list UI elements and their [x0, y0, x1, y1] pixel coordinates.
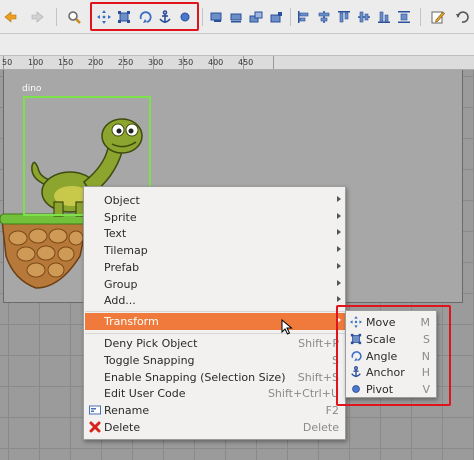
align-left-icon[interactable] — [294, 7, 314, 27]
horizontal-ruler: 50 100 150 200 250 300 350 400 450 — [0, 56, 474, 70]
ruler-label: 50 — [2, 58, 13, 67]
submenu-highlight — [336, 305, 451, 406]
align-middle-icon[interactable] — [354, 7, 374, 27]
undo-icon[interactable] — [452, 7, 472, 27]
zoom-icon[interactable] — [64, 7, 84, 27]
submenu-arrow-icon — [337, 263, 341, 269]
back-icon[interactable] — [0, 7, 20, 27]
rename-icon — [89, 405, 101, 415]
send-to-back-icon[interactable] — [266, 7, 286, 27]
menu-item-group[interactable]: Group — [85, 276, 345, 293]
edit-icon[interactable] — [428, 7, 448, 27]
menu-item-enable-snapping[interactable]: Enable Snapping (Selection Size) Shift+S — [85, 369, 345, 386]
submenu-arrow-icon — [337, 280, 341, 286]
submenu-arrow-icon — [337, 296, 341, 302]
menu-item-add[interactable]: Add... — [85, 292, 345, 309]
sprite-name-label: dino — [22, 84, 42, 94]
shortcut-label: Shift+P — [298, 337, 339, 350]
ruler-label: 250 — [118, 58, 134, 67]
delete-icon — [89, 421, 101, 433]
ruler-label: 200 — [88, 58, 104, 67]
align-bottom-icon[interactable] — [374, 7, 394, 27]
menu-item-tilemap[interactable]: Tilemap — [85, 242, 345, 259]
ruler-label: 300 — [148, 58, 164, 67]
shortcut-label: Shift+S — [297, 371, 339, 384]
ruler-label: 150 — [58, 58, 74, 67]
menu-item-sprite[interactable]: Sprite — [85, 209, 345, 226]
submenu-arrow-icon — [337, 213, 341, 219]
editor-tab-strip — [0, 34, 474, 56]
menu-item-object[interactable]: Object — [85, 192, 345, 209]
menu-item-toggle-snapping[interactable]: Toggle Snapping S — [85, 352, 345, 369]
mouse-cursor-icon — [281, 319, 293, 335]
ruler-label: 100 — [28, 58, 44, 67]
shortcut-label: Delete — [302, 421, 339, 434]
menu-item-text[interactable]: Text — [85, 225, 345, 242]
align-center-icon[interactable] — [314, 7, 334, 27]
ruler-label: 400 — [208, 58, 224, 67]
bring-forward-icon[interactable] — [226, 7, 246, 27]
toolbar-highlight — [90, 2, 199, 31]
menu-item-deny-pick[interactable]: Deny Pick Object Shift+P — [85, 335, 345, 352]
send-backward-icon[interactable] — [246, 7, 266, 27]
ruler-label: 450 — [238, 58, 254, 67]
toolbar — [0, 0, 474, 34]
menu-item-prefab[interactable]: Prefab — [85, 259, 345, 276]
ruler-label: 350 — [178, 58, 194, 67]
submenu-arrow-icon — [337, 196, 341, 202]
submenu-arrow-icon — [337, 246, 341, 252]
shortcut-label: Shift+Ctrl+U — [267, 387, 339, 400]
distribute-icon[interactable] — [394, 7, 414, 27]
menu-item-edit-user-code[interactable]: Edit User Code Shift+Ctrl+U — [85, 385, 345, 402]
menu-item-delete[interactable]: Delete Delete — [85, 419, 345, 436]
align-top-icon[interactable] — [334, 7, 354, 27]
forward-icon[interactable] — [28, 7, 48, 27]
menu-item-rename[interactable]: Rename F2 — [85, 402, 345, 419]
submenu-arrow-icon — [337, 229, 341, 235]
context-menu: Object Sprite Text Tilemap Prefab Group … — [83, 186, 346, 440]
menu-item-transform[interactable]: Transform — [85, 313, 345, 330]
align-icons[interactable] — [206, 7, 226, 27]
